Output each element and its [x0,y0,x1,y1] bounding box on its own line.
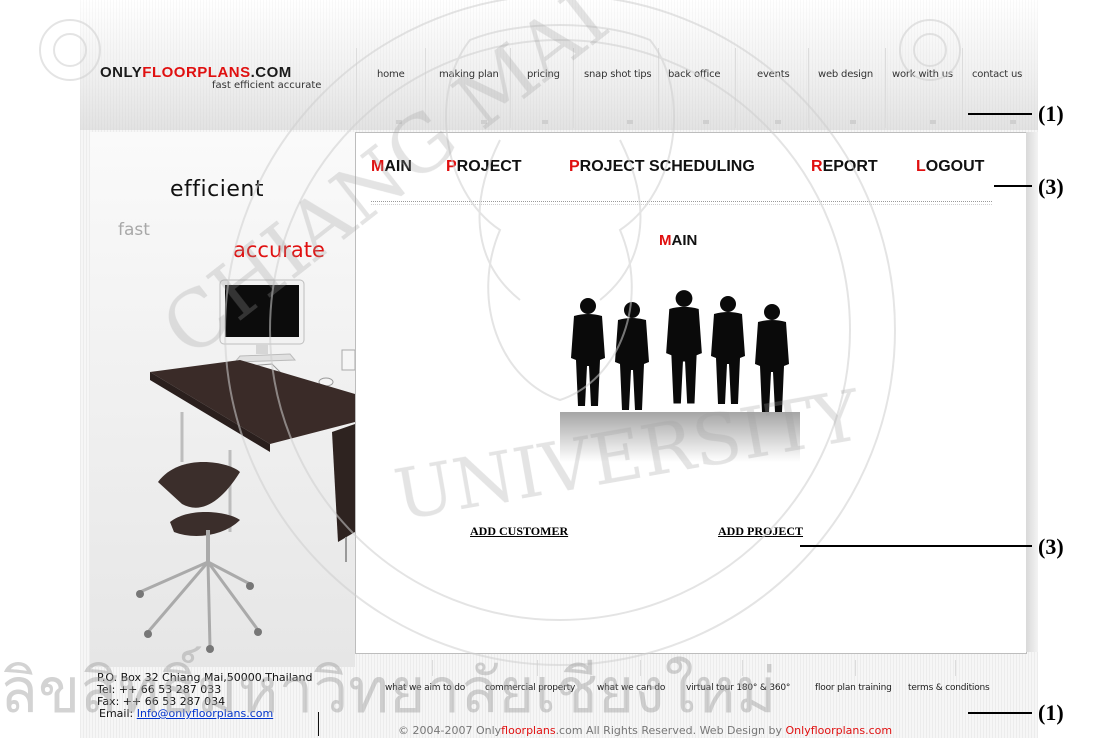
copyright-text: .com All Rights Reserved. Web Design by [555,724,786,737]
add-project-link[interactable]: ADD PROJECT [718,524,803,539]
nav-contact-us[interactable]: contact us [972,69,1022,80]
annotation-label: (3) [1038,174,1064,199]
nav-separator [356,48,357,128]
menu-initial: M [371,158,385,175]
annotation-label: (1) [1038,101,1064,126]
menu-main[interactable]: MAIN [371,158,412,176]
footer-email-label: Email: [99,707,137,720]
footer-email-link[interactable]: Info@onlyfloorplans.com [137,707,273,720]
menu-report[interactable]: REPORT [811,158,878,176]
menu-label: OGOUT [925,158,985,175]
nav-pricing[interactable]: pricing [527,69,560,80]
footer-link-can-do[interactable]: what we can do [597,683,665,693]
site-logo[interactable]: ONLYFLOORPLANS.COM [100,64,292,81]
logo-part: .COM [250,64,292,81]
logo-part: ONLY [100,64,143,81]
nav-separator [425,48,426,128]
footer-link-terms[interactable]: terms & conditions [908,683,990,693]
annotation-line [800,545,1032,547]
page-title: MAIN [659,232,697,249]
add-customer-link[interactable]: ADD CUSTOMER [470,524,568,539]
menu-label: ROJECT [456,158,522,175]
footer-separator [955,660,956,676]
footer-separator [432,660,433,676]
copyright: © 2004-2007 Onlyfloorplans.com All Right… [398,724,892,737]
menu-initial: P [569,158,580,175]
nav-separator [735,48,736,128]
nav-separator [573,48,574,128]
hero-word-accurate: accurate [233,238,325,262]
menu-project-scheduling[interactable]: PROJECT SCHEDULING [569,158,755,176]
copyright-brand: floorplans [810,724,866,737]
annotation-line [968,113,1032,115]
footer-separator [855,660,856,676]
menu-initial: R [811,158,823,175]
footer-link-training[interactable]: floor plan training [815,683,892,693]
footer-contact: P.O. Box 32 Chiang Mai,50000,Thailand Te… [97,672,312,720]
nav-events[interactable]: events [757,69,790,80]
footer-link-virtual-tour[interactable]: virtual tour 180° & 360° [686,683,790,693]
title-initial: M [659,232,672,249]
title-rest: AIN [671,232,698,249]
hero-word-fast: fast [118,220,150,240]
footer-separator [537,660,538,676]
nav-home[interactable]: home [377,69,405,80]
nav-marker [775,120,781,124]
footer-separator [640,660,641,676]
nav-marker [627,120,633,124]
nav-separator [962,48,963,128]
footer-separator [742,660,743,676]
nav-marker [850,120,856,124]
nav-marker [481,120,487,124]
nav-marker [1010,120,1016,124]
menu-initial: L [916,158,926,175]
menu-divider [371,201,992,205]
menu-label: ROJECT SCHEDULING [579,158,755,175]
hero-word-efficient: efficient [170,177,264,202]
nav-back-office[interactable]: back office [668,69,721,80]
nav-snap-shot-tips[interactable]: snap shot tips [584,69,652,80]
nav-marker [930,120,936,124]
menu-label: EPORT [822,158,878,175]
nav-web-design[interactable]: web design [818,69,873,80]
office-desk-image [90,132,355,667]
copyright-brand: floorplans [501,724,556,737]
menu-project[interactable]: PROJECT [446,158,522,176]
logo-part: FLOORPLANS [142,64,251,81]
nav-marker [396,120,402,124]
menu-label: AIN [384,158,412,175]
annotation-label: (1) [1038,700,1064,725]
nav-making-plan[interactable]: making plan [439,69,499,80]
nav-work-with-us[interactable]: work with us [892,69,953,80]
copyright-brand: .com [865,724,893,737]
menu-initial: P [446,158,457,175]
annotation-line [994,185,1032,187]
nav-marker [542,120,548,124]
copyright-text: © 2004-2007 Only [398,724,502,737]
left-hero-panel [90,132,355,667]
menu-logout[interactable]: LOGOUT [916,158,984,176]
footer-email-row: Email: Info@onlyfloorplans.com [97,708,312,720]
footer-link-commercial[interactable]: commercial property [485,683,575,693]
nav-separator [510,48,511,128]
nav-separator [885,48,886,128]
annotation-label: (3) [1038,534,1064,559]
annotation-line [968,712,1032,714]
footer-link-aim[interactable]: what we aim to do [385,683,465,693]
logo-tagline: fast efficient accurate [212,80,322,91]
footer-divider [318,712,319,736]
copyright-brand: Only [785,724,811,737]
nav-separator [658,48,659,128]
business-team-image [560,290,800,462]
panel-shadow [1026,132,1038,652]
nav-marker [703,120,709,124]
nav-separator [808,48,809,128]
